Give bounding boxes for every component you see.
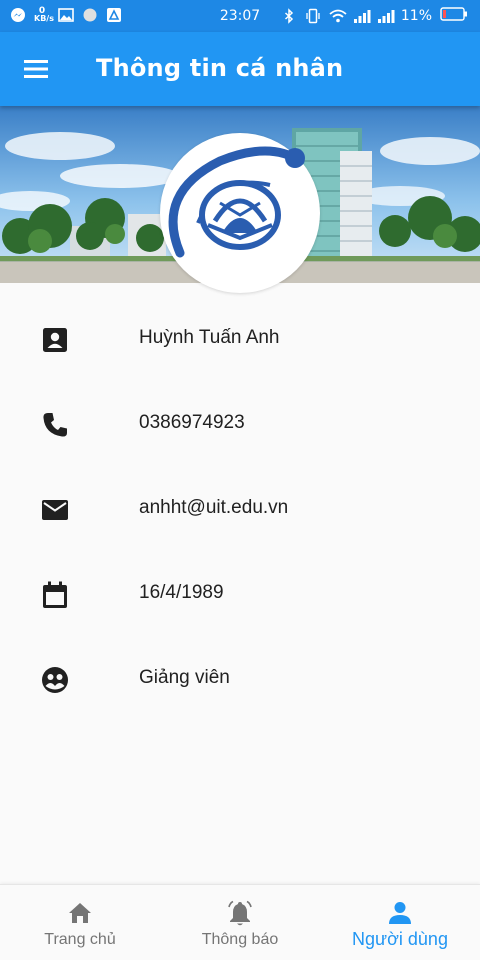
email-address: anhht@uit.edu.vn: [139, 497, 289, 518]
phone-number: 0386974923: [139, 412, 245, 433]
list-item-name: Huỳnh Tuấn Anh: [0, 309, 480, 369]
role-label: Giảng viên: [139, 667, 230, 688]
battery-icon: [440, 7, 468, 25]
person-icon: [386, 899, 414, 927]
bell-icon: [226, 899, 254, 927]
signal-icon: [353, 8, 371, 24]
list-item-birthday: 16/4/1989: [0, 564, 480, 624]
nav-item-notifications[interactable]: Thông báo: [160, 885, 320, 960]
list-item-email: anhht@uit.edu.vn: [0, 479, 480, 539]
wifi-icon: [329, 8, 347, 24]
birth-date: 16/4/1989: [139, 582, 224, 603]
role-icon: [40, 665, 70, 695]
contact-card-icon: [40, 325, 70, 355]
app-bar: Thông tin cá nhân: [0, 32, 480, 106]
logo-graphic: [168, 146, 305, 258]
nav-label-notifications: Thông báo: [201, 931, 279, 948]
home-icon: [66, 899, 94, 927]
menu-icon[interactable]: [22, 56, 52, 82]
calendar-icon: [40, 580, 70, 610]
nav-label-home: Trang chủ: [44, 931, 116, 948]
bottom-navigation: Trang chủ Thông báo Người dùng: [0, 884, 480, 960]
list-item-phone: 0386974923: [0, 394, 480, 454]
vibrate-icon: [305, 8, 321, 24]
menu-button[interactable]: [22, 56, 52, 82]
phone-icon: [40, 410, 70, 440]
nav-label-user: Người dùng: [352, 929, 448, 949]
nav-item-user[interactable]: Người dùng: [320, 885, 480, 960]
battery-percent: 11%: [400, 8, 432, 24]
email-icon: [40, 495, 70, 525]
status-bar: 0 KB/s 23:07 11%: [0, 0, 480, 32]
uit-logo: [160, 133, 320, 293]
page-title: Thông tin cá nhân: [96, 54, 344, 82]
bluetooth-icon: [281, 8, 297, 24]
full-name: Huỳnh Tuấn Anh: [139, 327, 280, 348]
signal-icon: [377, 8, 395, 24]
nav-item-home[interactable]: Trang chủ: [0, 885, 160, 960]
status-bar-right-icons: 11%: [281, 7, 468, 25]
list-item-role: Giảng viên: [0, 649, 480, 709]
